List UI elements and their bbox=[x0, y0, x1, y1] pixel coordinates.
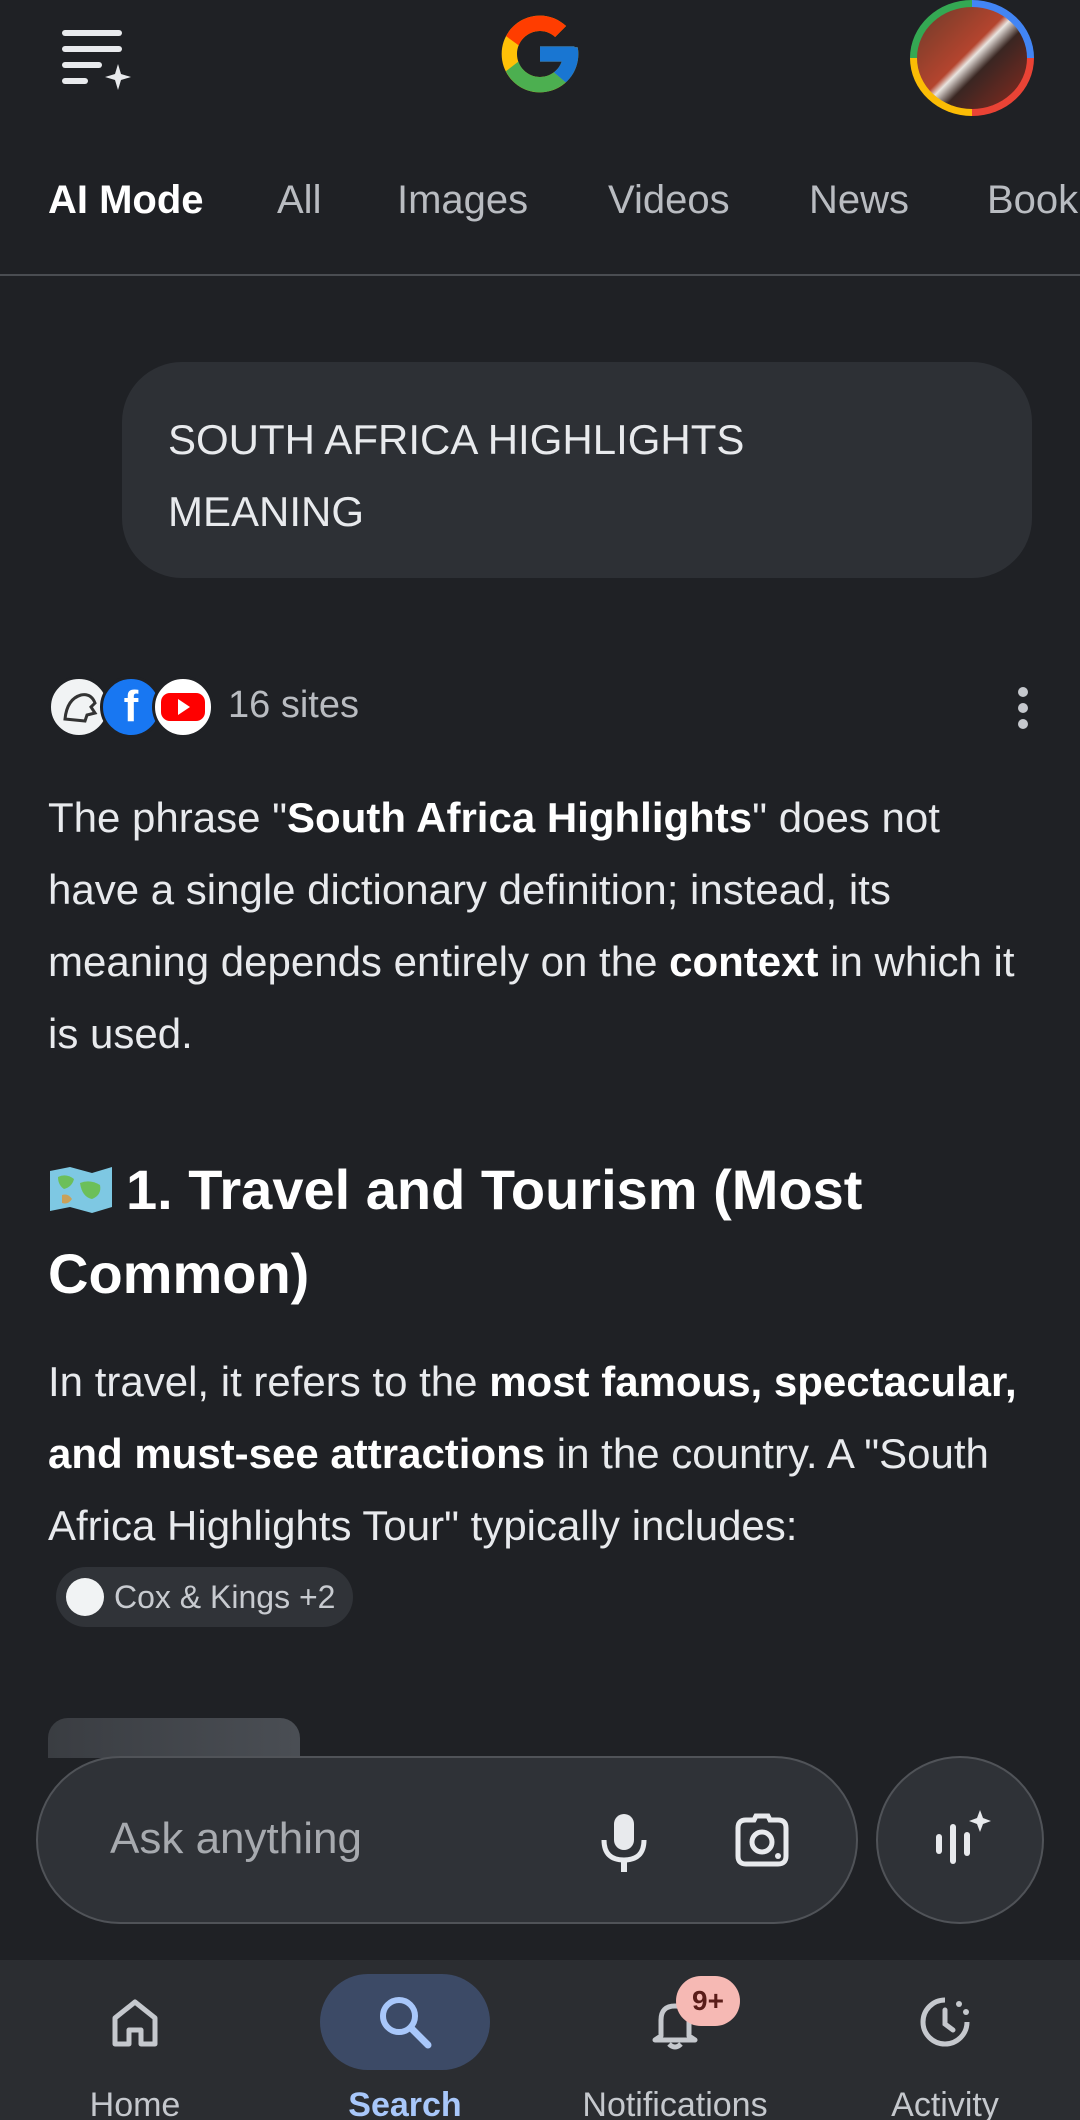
tab-books[interactable]: Book bbox=[987, 178, 1078, 223]
nav-icon-container bbox=[320, 1974, 490, 2070]
tab-ai-mode[interactable]: AI Mode bbox=[48, 178, 204, 223]
nav-home-label: Home bbox=[89, 2086, 181, 2120]
nav-activity-label: Activity bbox=[891, 2086, 999, 2120]
text-span: The phrase " bbox=[48, 794, 288, 841]
answer-paragraph-2: In travel, it refers to the most famous,… bbox=[48, 1346, 1028, 1634]
chip-label: Cox & Kings +2 bbox=[114, 1579, 336, 1615]
lens-camera-icon[interactable] bbox=[726, 1806, 798, 1878]
google-g-logo[interactable] bbox=[494, 8, 586, 100]
nav-icon-container bbox=[860, 1974, 1030, 2070]
notification-badge: 9+ bbox=[676, 1976, 740, 2026]
activity-icon bbox=[920, 1997, 970, 2047]
ask-input[interactable]: Ask anything bbox=[110, 1814, 362, 1864]
nav-activity[interactable]: Activity bbox=[810, 1960, 1080, 2120]
tab-videos[interactable]: Videos bbox=[608, 178, 730, 223]
ask-input-bar[interactable]: Ask anything bbox=[36, 1756, 858, 1924]
nav-notifications-label: Notifications bbox=[582, 2086, 768, 2120]
tab-images[interactable]: Images bbox=[397, 178, 528, 223]
sources-count: 16 sites bbox=[228, 684, 359, 726]
nav-notifications[interactable]: Notifications bbox=[540, 1960, 810, 2120]
nav-search[interactable]: Search bbox=[270, 1960, 540, 2120]
more-options-icon[interactable] bbox=[1008, 682, 1038, 734]
top-bar bbox=[0, 0, 1080, 116]
nav-search-label: Search bbox=[348, 2086, 462, 2120]
tab-all[interactable]: All bbox=[277, 178, 321, 223]
live-sparkle-icon bbox=[936, 1810, 991, 1864]
menu-sparkle-icon[interactable] bbox=[58, 26, 132, 90]
bottom-navigation: Home Search Notifications Activity bbox=[0, 1960, 1080, 2120]
mic-icon[interactable] bbox=[588, 1806, 660, 1878]
tab-news[interactable]: News bbox=[809, 178, 909, 223]
nav-icon-container bbox=[50, 1974, 220, 2070]
live-voice-button[interactable] bbox=[876, 1756, 1044, 1924]
image-thumbnail[interactable] bbox=[48, 1718, 300, 1758]
home-icon bbox=[112, 1999, 158, 2047]
lion-logo-icon bbox=[66, 1578, 104, 1616]
youtube-icon bbox=[152, 676, 214, 738]
search-icon bbox=[380, 1997, 432, 2049]
source-chip[interactable]: Cox & Kings +2 bbox=[56, 1567, 354, 1627]
search-tabs: AI Mode All Images Videos News Book bbox=[0, 160, 1080, 276]
profile-avatar[interactable] bbox=[910, 0, 1034, 116]
user-query-bubble: SOUTH AFRICA HIGHLIGHTS MEANING bbox=[122, 362, 1032, 578]
sources-row[interactable]: f 16 sites bbox=[48, 676, 1038, 740]
bold-span: South Africa Highlights bbox=[287, 794, 753, 841]
heading-text: 1. Travel and Tourism (Most Common) bbox=[48, 1158, 863, 1305]
world-map-icon bbox=[48, 1152, 114, 1213]
avatar-image bbox=[917, 7, 1027, 109]
query-text: SOUTH AFRICA HIGHLIGHTS MEANING bbox=[168, 416, 745, 535]
nav-home[interactable]: Home bbox=[0, 1960, 270, 2120]
text-span: In travel, it refers to the bbox=[48, 1358, 490, 1405]
bold-span: context bbox=[669, 938, 819, 985]
answer-paragraph-1: The phrase "South Africa Highlights" doe… bbox=[48, 782, 1028, 1070]
section-heading: 1. Travel and Tourism (Most Common) bbox=[48, 1148, 1028, 1316]
